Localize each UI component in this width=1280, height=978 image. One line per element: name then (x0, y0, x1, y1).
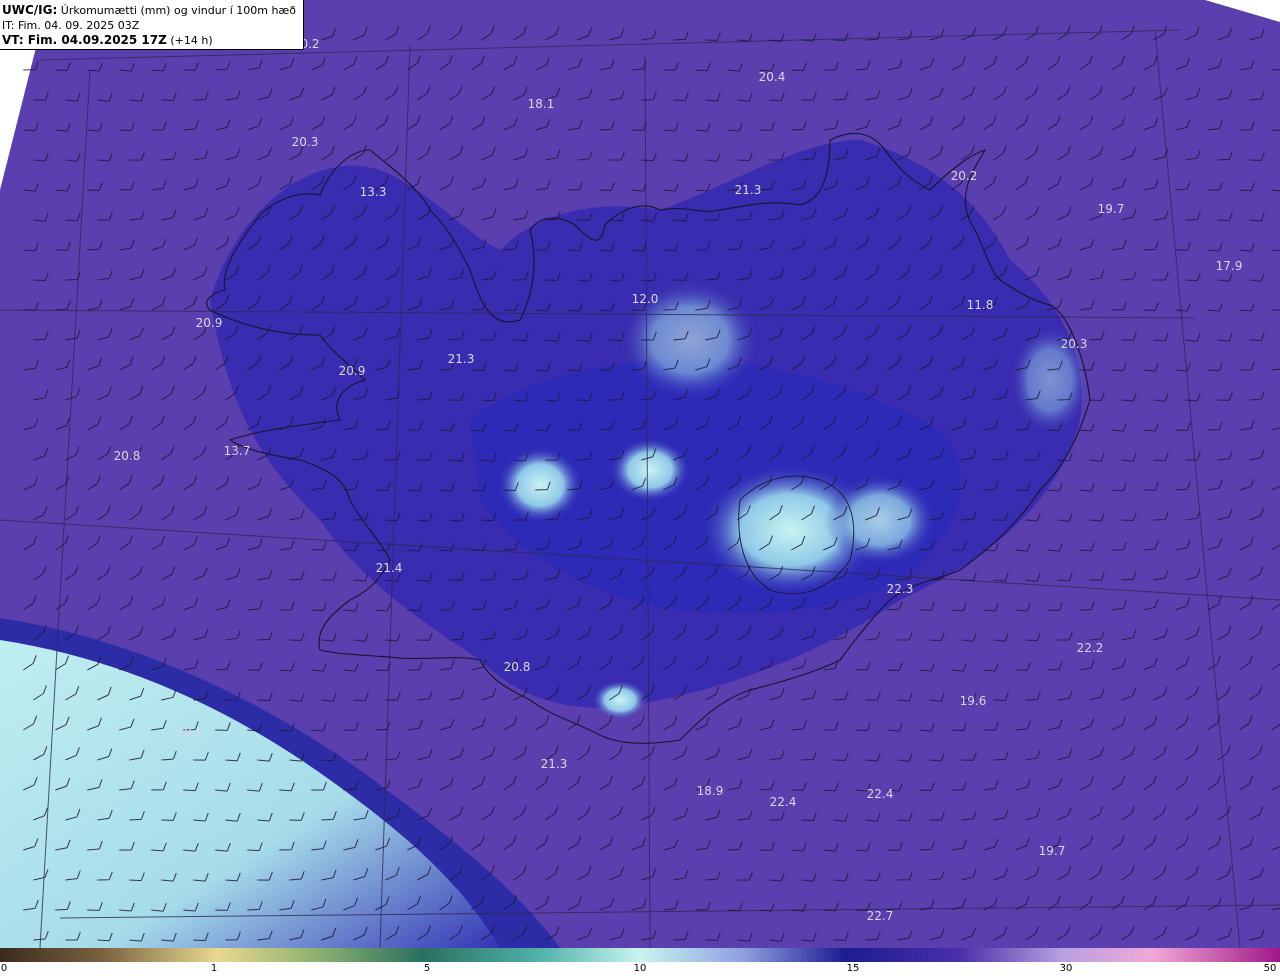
value-label: 10.2 (177, 725, 204, 739)
value-label: 21.4 (376, 561, 403, 575)
value-label: 12.0 (632, 292, 659, 306)
precipitable-water-map: 0.220.418.120.313.3 21.320.219.717.912.0 1… (0, 0, 1280, 948)
value-label: 13.3 (360, 185, 387, 199)
value-label: 20.2 (951, 169, 978, 183)
value-label: 18.1 (528, 97, 555, 111)
high-value-patch (610, 438, 690, 502)
high-value-patch (825, 475, 935, 565)
value-label: 22.7 (867, 909, 894, 923)
colorbar-tick: 50 (1263, 963, 1277, 974)
valid-offset: (+14 h) (170, 34, 213, 47)
value-label: 20.9 (339, 364, 366, 378)
colorbar-ramp (0, 948, 1280, 962)
model-name: UWC/IG: (2, 3, 58, 17)
value-label: 19.6 (960, 694, 987, 708)
value-label: 20.3 (1061, 337, 1088, 351)
value-label: 19.7 (1039, 844, 1066, 858)
value-label: 17.9 (1216, 259, 1243, 273)
value-label: 20.8 (504, 660, 531, 674)
value-label: 20.4 (759, 70, 786, 84)
issue-time: IT: Fim. 04. 09. 2025 03Z (2, 19, 140, 32)
colorbar-tick: 30 (1059, 963, 1073, 974)
high-value-patch (592, 680, 648, 720)
value-label: 13.7 (224, 444, 251, 458)
high-value-patch (498, 447, 582, 523)
colorbar: 0 1 5 10 15 30 50 (0, 948, 1280, 978)
colorbar-tick: 1 (210, 963, 218, 974)
value-label: 22.3 (887, 582, 914, 596)
value-label: 20.9 (196, 316, 223, 330)
map-title: Úrkomumætti (mm) og vindur í 100m hæð (60, 4, 296, 17)
value-label: 22.4 (867, 787, 894, 801)
value-label: 18.9 (697, 784, 724, 798)
value-label: 20.8 (114, 449, 141, 463)
value-label: 11.8 (967, 298, 994, 312)
value-label: 21.3 (448, 352, 475, 366)
value-label: 20.3 (292, 135, 319, 149)
colorbar-tick: 10 (633, 963, 647, 974)
colorbar-tick: 0 (0, 963, 8, 974)
map-header: UWC/IG: Úrkomumætti (mm) og vindur í 100… (0, 0, 304, 50)
value-label: 21.3 (541, 757, 568, 771)
value-label: 22.2 (1077, 641, 1104, 655)
colorbar-tick: 5 (423, 963, 431, 974)
valid-time: VT: Fim. 04.09.2025 17Z (2, 33, 167, 47)
value-label: 19.7 (1098, 202, 1125, 216)
value-label: 22.4 (770, 795, 797, 809)
value-label: 21.3 (735, 183, 762, 197)
colorbar-tick: 15 (846, 963, 860, 974)
